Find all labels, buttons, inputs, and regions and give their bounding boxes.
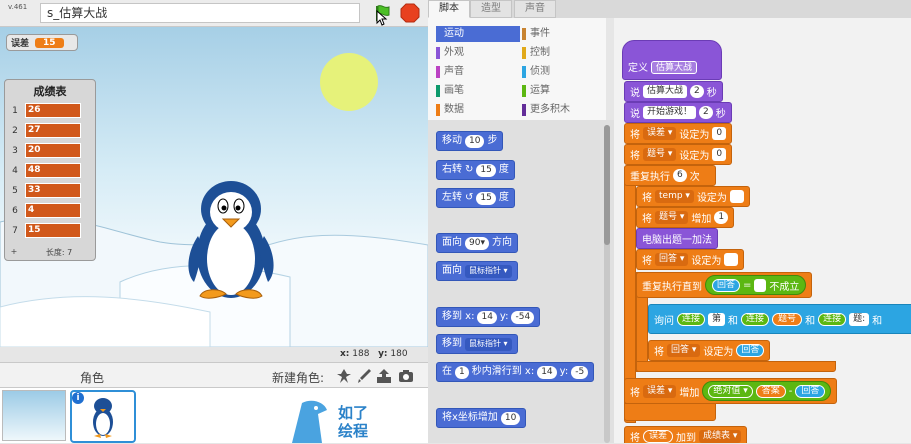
- rotate-ccw-icon: ↺: [465, 192, 474, 203]
- tab-sounds[interactable]: 声音: [514, 0, 556, 18]
- new-sprite-label: 新建角色:: [272, 371, 325, 385]
- stage-header: v.461 s_估算大战: [0, 0, 428, 27]
- call-generate-question-block[interactable]: 电脑出题一加法: [636, 228, 718, 249]
- tab-costumes[interactable]: 造型: [470, 0, 512, 18]
- upload-icon[interactable]: [376, 368, 392, 384]
- category-7[interactable]: 运算: [522, 83, 606, 99]
- list-item-value[interactable]: 20: [25, 143, 81, 158]
- category-1[interactable]: 事件: [522, 26, 606, 42]
- list-item-value[interactable]: 4: [25, 203, 81, 218]
- set-temp-block[interactable]: 将 temp ▾ 设定为: [636, 186, 750, 207]
- project-title-field[interactable]: s_估算大战: [40, 3, 360, 23]
- change-number-block[interactable]: 将题号 ▾ 增加 1: [636, 207, 735, 228]
- block-categories: 运动 事件 外观 控制 声音 侦测 画笔 运算 数据 更多积木: [428, 18, 606, 120]
- say-block-2[interactable]: 说开始游戏！ 2 秒: [624, 102, 732, 123]
- list-item-index: 4: [12, 165, 18, 176]
- sprite-library-icon[interactable]: [336, 368, 352, 384]
- logo-text: 如了 绘程: [338, 404, 369, 440]
- category-4[interactable]: 声音: [436, 64, 520, 80]
- repeat-until-block[interactable]: 重复执行直到 回答 = 不成立: [636, 272, 813, 298]
- list-item[interactable]: 7 15: [5, 222, 95, 239]
- set-answer-block[interactable]: 将回答 ▾ 设定为 回答: [648, 340, 771, 361]
- block-palette: 移动 10 步 右转 ↻ 15 度 左转 ↺ 15 度 面向 90▾ 方向 面向 鼠标指针 ▾ 移到 …: [428, 120, 614, 443]
- list-item-index: 3: [12, 145, 18, 156]
- palette-scroll-thumb[interactable]: [604, 125, 610, 245]
- paint-brush-icon[interactable]: [356, 368, 372, 384]
- list-item-value[interactable]: 26: [25, 103, 81, 118]
- mascot-logo-icon: [292, 400, 327, 443]
- set-number-block[interactable]: 将题号 ▾ 设定为 0: [624, 144, 733, 165]
- list-item[interactable]: 3 20: [5, 142, 95, 159]
- list-add-icon[interactable]: +: [5, 247, 23, 258]
- list-item[interactable]: 1 26: [5, 102, 95, 119]
- block-change-x[interactable]: 将x坐标增加 10: [436, 408, 527, 428]
- category-9[interactable]: 更多积木: [522, 102, 606, 118]
- repeat-end: [624, 403, 716, 421]
- list-item-value[interactable]: 48: [25, 163, 81, 178]
- list-item-index: 2: [12, 125, 18, 136]
- list-item-value[interactable]: 15: [25, 223, 81, 238]
- mouse-coordinates: x: 188 y: 180: [340, 349, 408, 359]
- cursor-icon: [376, 10, 388, 26]
- version-label: v.461: [8, 3, 28, 11]
- category-8[interactable]: 数据: [436, 102, 520, 118]
- tab-scripts[interactable]: 脚本: [428, 0, 470, 18]
- list-item-value[interactable]: 27: [25, 123, 81, 138]
- set-error-block[interactable]: 将误差 ▾ 设定为 0: [624, 123, 733, 144]
- category-5[interactable]: 侦测: [522, 64, 606, 80]
- category-0[interactable]: 运动: [436, 26, 520, 42]
- ask-block[interactable]: 询问 连接第和 连接 题号和 连接 题: 和: [648, 304, 911, 334]
- category-6[interactable]: 画笔: [436, 83, 520, 99]
- stage-thumbnail[interactable]: [2, 390, 66, 441]
- rotate-cw-icon: ↻: [465, 164, 474, 175]
- variable-value: 15: [35, 37, 64, 48]
- block-glide[interactable]: 在 1 秒内滑行到 x: 14 y: -5: [436, 362, 595, 382]
- list-monitor[interactable]: 成绩表 1 26 2 27 3 20 4 48 5 33 6 47 15 + 长度: 7: [4, 79, 96, 261]
- list-rows: 1 26 2 27 3 20 4 48 5 33 6 47 15: [5, 102, 95, 239]
- sprite-label: 角色: [80, 371, 105, 385]
- list-footer: + 长度: 7: [5, 247, 95, 258]
- list-item-value[interactable]: 33: [25, 183, 81, 198]
- list-item[interactable]: 6 4: [5, 202, 95, 219]
- repeat-block[interactable]: 重复执行 6 次: [624, 165, 716, 186]
- change-error-block[interactable]: 将误差 ▾ 增加 绝对值 ▾ 答案 - 回答: [624, 378, 838, 404]
- list-item[interactable]: 5 33: [5, 182, 95, 199]
- script-area[interactable]: 定义 估算大战 说估算大战 2 秒 说开始游戏！ 2 秒 将误差 ▾ 设定为 0 将题号 ▾…: [614, 18, 911, 443]
- block-move[interactable]: 移动 10 步: [436, 131, 504, 151]
- define-block[interactable]: 定义 估算大战: [622, 40, 722, 80]
- block-turn-right[interactable]: 右转 ↻ 15 度: [436, 160, 515, 180]
- list-item-index: 6: [12, 205, 18, 216]
- list-item-index: 5: [12, 185, 18, 196]
- category-2[interactable]: 外观: [436, 45, 520, 61]
- category-3[interactable]: 控制: [522, 45, 606, 61]
- block-goto[interactable]: 移到 鼠标指针 ▾: [436, 334, 518, 354]
- stage[interactable]: 误差 15 成绩表 1 26 2 27 3 20 4 48 5 33 6 47 15 + …: [0, 27, 428, 347]
- block-turn-left[interactable]: 左转 ↺ 15 度: [436, 188, 515, 208]
- list-length: 长度: 7: [45, 248, 73, 257]
- info-icon[interactable]: i: [72, 392, 84, 404]
- repeat-until-end: [636, 361, 836, 372]
- list-item[interactable]: 2 27: [5, 122, 95, 139]
- block-point-direction[interactable]: 面向 90▾ 方向: [436, 233, 518, 253]
- stop-icon[interactable]: [400, 3, 420, 23]
- editor-tabs: 脚本 造型 声音: [428, 0, 911, 18]
- add-to-list-block[interactable]: 将误差 加到 成绩表 ▾: [624, 426, 748, 443]
- camera-icon[interactable]: [398, 368, 414, 384]
- variable-monitor: 误差 15: [6, 34, 78, 51]
- list-item-index: 7: [12, 225, 18, 236]
- list-item-index: 1: [12, 105, 18, 116]
- block-goto-xy[interactable]: 移到 x: 14 y: -54: [436, 307, 541, 327]
- set-answer-empty-block[interactable]: 将回答 ▾ 设定为: [636, 249, 745, 270]
- block-point-towards[interactable]: 面向 鼠标指针 ▾: [436, 261, 518, 281]
- say-block-1[interactable]: 说估算大战 2 秒: [624, 81, 723, 102]
- sprite-panel-header: 角色 新建角色:: [0, 362, 428, 388]
- list-item[interactable]: 4 48: [5, 162, 95, 179]
- list-title: 成绩表: [33, 85, 67, 98]
- variable-label: 误差: [11, 39, 30, 49]
